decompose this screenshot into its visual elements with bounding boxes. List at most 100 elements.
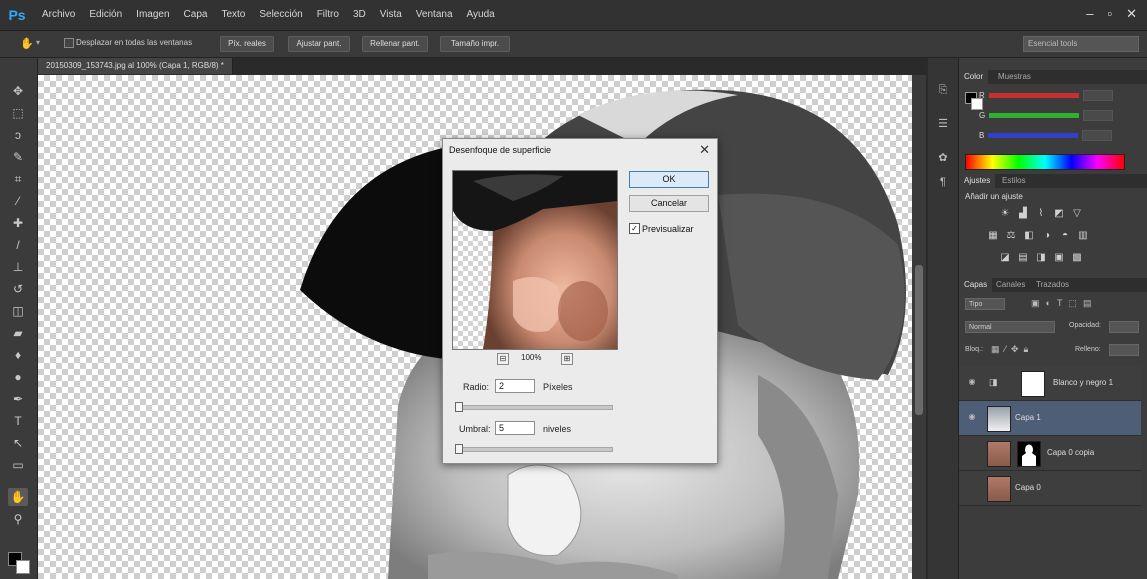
dialog-close-button[interactable]: ✕ bbox=[699, 142, 710, 158]
selective-color-icon[interactable]: ▣ bbox=[1053, 252, 1065, 264]
kind-filter-select[interactable]: Tipo bbox=[965, 298, 1005, 310]
opacity-field[interactable] bbox=[1109, 321, 1139, 333]
eyedropper-tool-icon[interactable]: ⁄ bbox=[8, 192, 28, 210]
brush-presets-icon[interactable]: ✿ bbox=[935, 150, 951, 166]
menu-seleccion[interactable]: Selección bbox=[259, 9, 302, 20]
layer-row[interactable]: Capa 0 bbox=[959, 471, 1141, 506]
hand-tool-icon[interactable]: ✋ bbox=[20, 37, 34, 50]
levels-icon[interactable]: ▟ bbox=[1017, 208, 1029, 220]
layer-mask-thumbnail[interactable] bbox=[1017, 441, 1041, 467]
print-size-button[interactable]: Tamaño impr. bbox=[440, 36, 510, 52]
menu-edicion[interactable]: Edición bbox=[89, 9, 122, 20]
radius-input[interactable] bbox=[495, 379, 535, 393]
filter-preview[interactable] bbox=[452, 170, 618, 350]
layer-thumbnail[interactable] bbox=[987, 476, 1011, 502]
document-tab[interactable]: 20150309_153743.jpg al 100% (Capa 1, RGB… bbox=[38, 58, 233, 74]
tab-paths[interactable]: Trazados bbox=[1031, 278, 1074, 292]
character-icon[interactable]: ¶ bbox=[935, 174, 951, 190]
visibility-eye-icon[interactable] bbox=[967, 447, 977, 457]
posterize-icon[interactable]: ▤ bbox=[1017, 252, 1029, 264]
menu-capa[interactable]: Capa bbox=[184, 9, 208, 20]
threshold-icon[interactable]: ◨ bbox=[1035, 252, 1047, 264]
fit-screen-button[interactable]: Ajustar pant. bbox=[288, 36, 350, 52]
visibility-eye-icon[interactable] bbox=[967, 482, 977, 492]
green-value-field[interactable] bbox=[1083, 109, 1114, 121]
maximize-button[interactable]: ▫ bbox=[1107, 6, 1112, 22]
preview-checkbox-row[interactable]: ✓ Previsualizar bbox=[629, 223, 694, 234]
ok-button[interactable]: OK bbox=[629, 171, 709, 188]
workspace-search-field[interactable]: Esencial tools bbox=[1023, 36, 1139, 52]
layer-mask-thumbnail[interactable] bbox=[1021, 371, 1045, 397]
blue-value-field[interactable] bbox=[1082, 129, 1113, 141]
layer-thumbnail[interactable] bbox=[987, 441, 1011, 467]
menu-archivo[interactable]: Archivo bbox=[42, 9, 75, 20]
cancel-button[interactable]: Cancelar bbox=[629, 195, 709, 212]
stamp-tool-icon[interactable]: ⊥ bbox=[8, 258, 28, 276]
type-tool-icon[interactable]: T bbox=[8, 412, 28, 430]
dodge-tool-icon[interactable]: ● bbox=[8, 368, 28, 386]
scrollbar-thumb[interactable] bbox=[915, 265, 923, 415]
menu-imagen[interactable]: Imagen bbox=[136, 9, 169, 20]
marquee-tool-icon[interactable]: ⬚ bbox=[8, 104, 28, 122]
visibility-eye-icon[interactable]: ◉ bbox=[967, 377, 977, 387]
layer-row-selected[interactable]: ◉ Capa 1 bbox=[959, 401, 1141, 436]
preview-checkbox[interactable]: ✓ bbox=[629, 223, 640, 234]
gradient-map-icon[interactable]: ▽ bbox=[1071, 208, 1083, 220]
hand-tool-icon[interactable]: ✋ bbox=[8, 488, 28, 506]
photo-filter-icon[interactable]: ◓ bbox=[1059, 230, 1071, 242]
blur-tool-icon[interactable]: ♦ bbox=[8, 346, 28, 364]
layer-name[interactable]: Capa 0 bbox=[1015, 483, 1041, 492]
red-value-field[interactable] bbox=[1082, 89, 1113, 101]
green-slider[interactable] bbox=[989, 112, 1080, 118]
shape-tool-icon[interactable]: ▭ bbox=[8, 456, 28, 474]
lock-icons[interactable]: ▦⁄✥🔒︎ bbox=[991, 344, 1033, 355]
properties-icon[interactable]: ☰ bbox=[935, 116, 951, 132]
menu-3d[interactable]: 3D bbox=[353, 9, 366, 20]
threshold-slider[interactable] bbox=[455, 444, 613, 454]
menu-ventana[interactable]: Ventana bbox=[416, 9, 453, 20]
layer-name[interactable]: Capa 1 bbox=[1015, 413, 1041, 422]
tab-styles[interactable]: Estilos bbox=[997, 174, 1031, 188]
color-spectrum[interactable] bbox=[965, 154, 1125, 170]
fill-field[interactable] bbox=[1109, 344, 1139, 356]
menu-filtro[interactable]: Filtro bbox=[317, 9, 339, 20]
visibility-eye-icon[interactable]: ◉ bbox=[967, 412, 977, 422]
close-window-button[interactable]: ✕ bbox=[1126, 6, 1137, 22]
radius-slider[interactable] bbox=[455, 402, 613, 412]
actual-pixels-button[interactable]: Píx. reales bbox=[220, 36, 274, 52]
path-select-tool-icon[interactable]: ↖ bbox=[8, 434, 28, 452]
quick-select-tool-icon[interactable]: ✎ bbox=[8, 148, 28, 166]
move-tool-icon[interactable]: ✥ bbox=[8, 82, 28, 100]
menu-vista[interactable]: Vista bbox=[380, 9, 402, 20]
vertical-scrollbar[interactable] bbox=[912, 75, 926, 579]
tab-layers[interactable]: Capas bbox=[959, 278, 993, 292]
vibrance-icon[interactable]: ▦ bbox=[987, 230, 999, 242]
layer-thumbnail[interactable] bbox=[987, 406, 1011, 432]
layer-row[interactable]: Capa 0 copia bbox=[959, 436, 1141, 471]
color-balance-icon[interactable]: ◧ bbox=[1023, 230, 1035, 242]
black-white-icon[interactable]: ◑ bbox=[1041, 230, 1053, 242]
tab-swatches[interactable]: Muestras bbox=[993, 70, 1036, 84]
history-icon[interactable]: ⎘ bbox=[935, 82, 951, 98]
zoom-tool-icon[interactable]: ⚲ bbox=[8, 510, 28, 528]
threshold-slider-thumb[interactable] bbox=[455, 444, 463, 454]
zoom-in-button[interactable]: ⊞ bbox=[561, 353, 573, 365]
zoom-out-button[interactable]: ⊟ bbox=[497, 353, 509, 365]
channel-mixer-icon[interactable]: ▥ bbox=[1077, 230, 1089, 242]
background-color-swatch[interactable] bbox=[16, 560, 30, 574]
pen-tool-icon[interactable]: ✒ bbox=[8, 390, 28, 408]
gradient-tool-icon[interactable]: ▰ bbox=[8, 324, 28, 342]
hue-saturation-icon[interactable]: ⚖ bbox=[1005, 230, 1017, 242]
blue-slider[interactable] bbox=[988, 132, 1079, 138]
red-slider[interactable] bbox=[988, 92, 1079, 98]
threshold-input[interactable] bbox=[495, 421, 535, 435]
lasso-tool-icon[interactable]: ↄ bbox=[8, 126, 28, 144]
tab-color[interactable]: Color bbox=[959, 70, 989, 84]
invert-icon[interactable]: ◪ bbox=[999, 252, 1011, 264]
crop-tool-icon[interactable]: ⌗ bbox=[8, 170, 28, 188]
brush-tool-icon[interactable]: / bbox=[8, 236, 28, 254]
scroll-all-checkbox[interactable] bbox=[64, 38, 74, 48]
minimize-button[interactable]: – bbox=[1086, 6, 1093, 22]
layer-name[interactable]: Blanco y negro 1 bbox=[1053, 378, 1113, 387]
brightness-icon[interactable]: ☀ bbox=[999, 208, 1011, 220]
